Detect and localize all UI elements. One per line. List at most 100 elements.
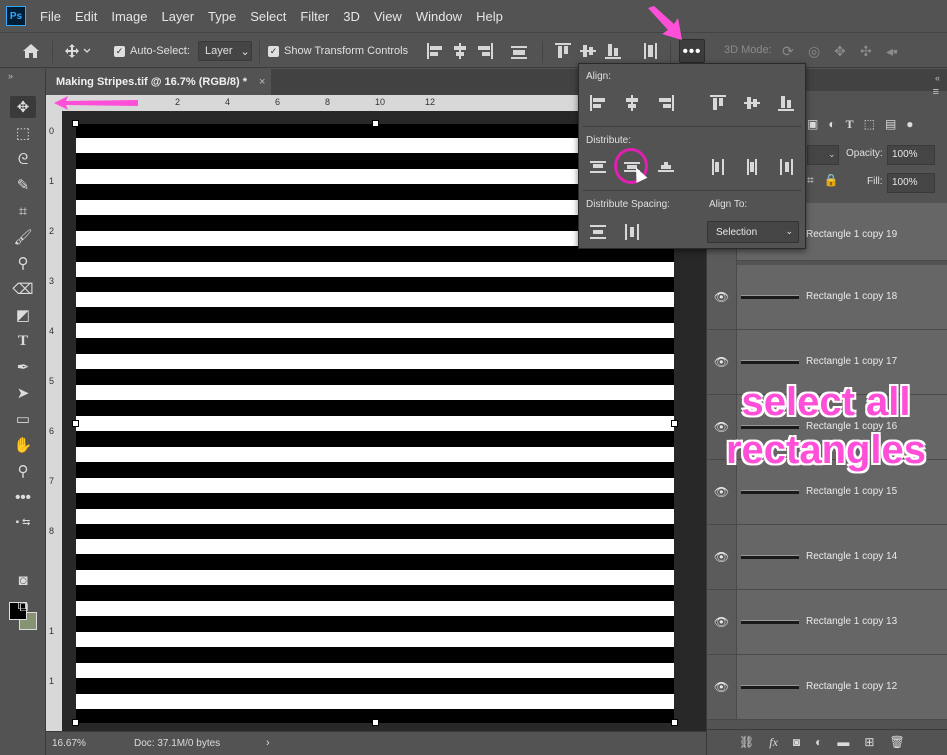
screen-mode-icon[interactable]: ⧉ <box>10 595 36 617</box>
type-tool-icon[interactable]: T <box>10 330 36 352</box>
lock-all-icon[interactable]: 🔒 <box>824 173 839 188</box>
menu-help[interactable]: Help <box>476 9 503 24</box>
eraser-tool-icon[interactable]: ⌫ <box>10 278 36 300</box>
rectangle-tool-icon[interactable]: ▭ <box>10 408 36 430</box>
align-left-edges-icon[interactable] <box>426 42 444 60</box>
fill-input[interactable]: 100% <box>887 173 935 193</box>
opacity-input[interactable]: 100% <box>887 145 935 165</box>
menu-select[interactable]: Select <box>250 9 286 24</box>
align-middle-v-icon[interactable] <box>743 94 761 112</box>
eye-icon[interactable]: 👁 <box>707 655 737 719</box>
distribute-bottom-icon[interactable] <box>657 158 675 176</box>
close-tab-icon[interactable]: × <box>259 76 265 88</box>
menu-layer[interactable]: Layer <box>162 9 195 24</box>
gradient-tool-icon[interactable]: ◩ <box>10 304 36 326</box>
transform-handle-tc[interactable] <box>372 120 379 127</box>
3d-pan-icon[interactable]: ✥ <box>834 33 846 69</box>
align-to-dropdown[interactable]: Selection ⌄ <box>707 221 799 243</box>
filter-pixel-icon[interactable]: ▣ <box>807 117 818 132</box>
stamp-tool-icon[interactable]: ⚲ <box>10 252 36 274</box>
align-horizontal-centers-icon[interactable] <box>451 42 469 60</box>
layer-row[interactable]: 👁 Rectangle 1 copy 14 <box>707 525 947 590</box>
transform-handle-bl[interactable] <box>72 719 79 726</box>
new-group-icon[interactable]: ▬ <box>837 735 849 750</box>
link-layers-icon[interactable]: ⛓ <box>739 735 754 750</box>
pen-tool-icon[interactable]: ✒ <box>10 356 36 378</box>
filter-smart-icon[interactable]: ▤ <box>885 117 896 132</box>
menu-window[interactable]: Window <box>416 9 462 24</box>
distribute-vertical-icon[interactable] <box>510 42 528 60</box>
zoom-tool-icon[interactable]: ⚲ <box>10 460 36 482</box>
auto-select-dropdown[interactable]: Layer ⌄ <box>198 33 252 69</box>
transform-handle-bc[interactable] <box>372 719 379 726</box>
distribute-horizontal-space-icon[interactable] <box>623 223 641 241</box>
align-left-icon[interactable] <box>589 94 607 112</box>
layer-style-icon[interactable]: fx <box>769 735 778 750</box>
align-right-icon[interactable] <box>657 94 675 112</box>
3d-roll-icon[interactable]: ◎ <box>808 33 820 69</box>
distribute-horizontal-centers-icon[interactable] <box>743 158 761 176</box>
trash-icon[interactable]: 🗑 <box>889 735 904 750</box>
eye-icon[interactable]: 👁 <box>707 265 737 329</box>
align-top-icon[interactable] <box>709 94 727 112</box>
quick-mask-icon[interactable]: ◙ <box>10 569 36 591</box>
menu-filter[interactable]: Filter <box>300 9 329 24</box>
layer-row[interactable]: 👁 Rectangle 1 copy 13 <box>707 590 947 655</box>
distribute-horizontal-icon[interactable] <box>640 42 658 60</box>
show-transform-checkbox[interactable]: ✓ Show Transform Controls <box>268 33 408 69</box>
move-tool-preset-icon[interactable] <box>64 33 92 69</box>
transform-handle-tl[interactable] <box>72 120 79 127</box>
layer-row[interactable]: 👁 Rectangle 1 copy 18 <box>707 265 947 330</box>
panel-menu-icon[interactable]: ≡ <box>933 86 939 98</box>
filter-shape-icon[interactable]: ⬚ <box>864 117 875 132</box>
hand-tool-icon[interactable]: ✋ <box>10 434 36 456</box>
auto-select-checkbox[interactable]: ✓ Auto-Select: <box>114 33 190 69</box>
menu-file[interactable]: File <box>40 9 61 24</box>
align-top-edges-icon[interactable] <box>554 42 572 60</box>
align-bottom-edges-icon[interactable] <box>604 42 622 60</box>
collapse-icon[interactable]: » <box>0 69 45 91</box>
crop-tool-icon[interactable]: ⌗ <box>10 200 36 222</box>
filter-type-icon[interactable]: T <box>846 117 854 132</box>
menu-edit[interactable]: Edit <box>75 9 97 24</box>
brush-tool-icon[interactable]: 🖌 <box>10 226 36 248</box>
lock-artboard-icon[interactable]: ⌗ <box>807 173 814 188</box>
align-vertical-centers-icon[interactable] <box>579 42 597 60</box>
eye-icon[interactable]: 👁 <box>707 525 737 589</box>
adjustment-layer-icon[interactable]: ◐ <box>815 735 822 750</box>
filter-toggle-icon[interactable]: ● <box>906 117 913 132</box>
align-right-edges-icon[interactable] <box>476 42 494 60</box>
document-tab[interactable]: Making Stripes.tif @ 16.7% (RGB/8) * × <box>46 69 271 95</box>
marquee-tool-icon[interactable]: ⬚ <box>10 122 36 144</box>
eye-icon[interactable]: 👁 <box>707 590 737 654</box>
zoom-level[interactable]: 16.67% <box>52 738 86 749</box>
layer-mask-icon[interactable]: ◙ <box>793 735 800 750</box>
align-bottom-icon[interactable] <box>777 94 795 112</box>
menu-type[interactable]: Type <box>208 9 236 24</box>
3d-scale-icon[interactable]: ◂▪ <box>886 33 898 69</box>
align-center-h-icon[interactable] <box>623 94 641 112</box>
more-tools-icon[interactable]: ••• <box>10 486 36 508</box>
layer-row[interactable]: 👁 Rectangle 1 copy 12 <box>707 655 947 720</box>
lasso-tool-icon[interactable]: ᘓ <box>10 148 36 170</box>
distribute-right-icon[interactable] <box>777 158 795 176</box>
swap-colors-icon[interactable]: ▪ ⇆ <box>10 511 36 533</box>
quick-select-tool-icon[interactable]: ✎ <box>10 174 36 196</box>
transform-handle-mr[interactable] <box>671 420 678 427</box>
transform-handle-ml[interactable] <box>72 420 79 427</box>
move-tool-icon[interactable]: ✥ <box>10 96 36 118</box>
menu-view[interactable]: View <box>374 9 402 24</box>
filter-adjustment-icon[interactable]: ◐ <box>828 117 835 132</box>
distribute-top-icon[interactable] <box>589 158 607 176</box>
transform-handle-br[interactable] <box>671 719 678 726</box>
menu-3d[interactable]: 3D <box>343 9 360 24</box>
status-expand-icon[interactable]: › <box>266 737 270 749</box>
distribute-vertical-space-icon[interactable] <box>589 223 607 241</box>
distribute-left-icon[interactable] <box>709 158 727 176</box>
3d-slide-icon[interactable]: ✣ <box>860 33 872 69</box>
blend-mode-dropdown[interactable]: ⌄ <box>807 145 839 165</box>
path-select-tool-icon[interactable]: ➤ <box>10 382 36 404</box>
collapse-icon[interactable]: « <box>935 73 940 83</box>
home-icon[interactable] <box>22 33 40 69</box>
menu-image[interactable]: Image <box>111 9 147 24</box>
